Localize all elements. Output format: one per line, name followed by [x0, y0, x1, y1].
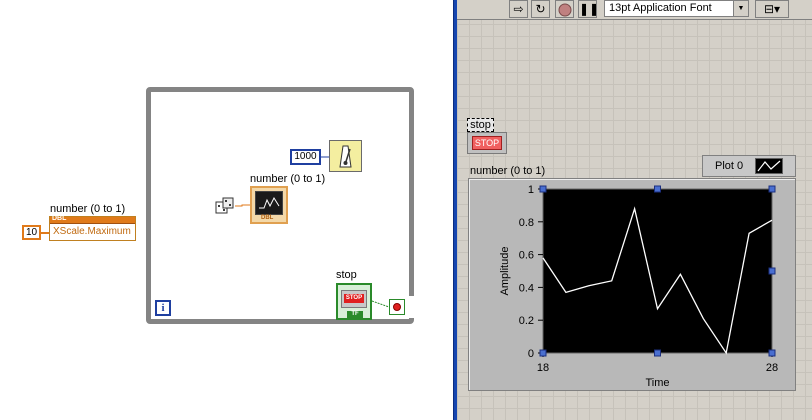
block-diagram: number (0 to 1) DBL XScale.Maximum 10 i …	[0, 0, 453, 420]
run-continuously-icon[interactable]: ↻	[531, 0, 550, 18]
toolbar: ⇨ ↻ ❚❚ 13pt Application Font ▼ ⊟▾	[457, 0, 812, 20]
abort-icon[interactable]	[555, 0, 574, 18]
stop-if-true-icon	[393, 303, 401, 311]
stop-button[interactable]: STOP	[467, 132, 507, 154]
front-panel: ⇨ ↻ ❚❚ 13pt Application Font ▼ ⊟▾ stop S…	[457, 0, 812, 420]
legend-plot-swatch[interactable]	[755, 158, 783, 174]
loop-condition-terminal[interactable]	[389, 299, 405, 315]
indicator-type-tag: DBL	[261, 215, 274, 221]
stop-terminal[interactable]: STOP TF	[336, 283, 372, 320]
font-select[interactable]: 13pt Application Font ▼	[604, 0, 749, 17]
random-number-icon[interactable]	[215, 196, 235, 216]
legend-plot-name: Plot 0	[715, 160, 744, 172]
run-arrow-icon[interactable]: ⇨	[509, 0, 528, 18]
pause-icon[interactable]: ❚❚	[578, 0, 599, 18]
plot-legend[interactable]: Plot 0	[702, 155, 796, 177]
stop-terminal-text: STOP	[344, 294, 364, 303]
indicator-label: number (0 to 1)	[250, 173, 326, 185]
iteration-terminal[interactable]: i	[155, 300, 171, 316]
font-select-value: 13pt Application Font	[609, 2, 712, 14]
waveform-chart-terminal[interactable]: DBL	[250, 186, 288, 224]
wait-ms-icon[interactable]	[329, 140, 362, 172]
stop-terminal-label: stop	[336, 269, 357, 281]
stop-control-label[interactable]: stop	[467, 118, 494, 132]
constant-wait-ms[interactable]: 1000	[290, 149, 321, 165]
stop-button-text: STOP	[472, 136, 502, 150]
chart-label: number (0 to 1)	[470, 165, 546, 177]
boolean-type-tag: TF	[347, 311, 363, 318]
chevron-down-icon[interactable]: ▼	[733, 1, 748, 16]
waveform-chart[interactable]	[468, 178, 796, 391]
align-icon[interactable]: ⊟▾	[755, 0, 789, 18]
